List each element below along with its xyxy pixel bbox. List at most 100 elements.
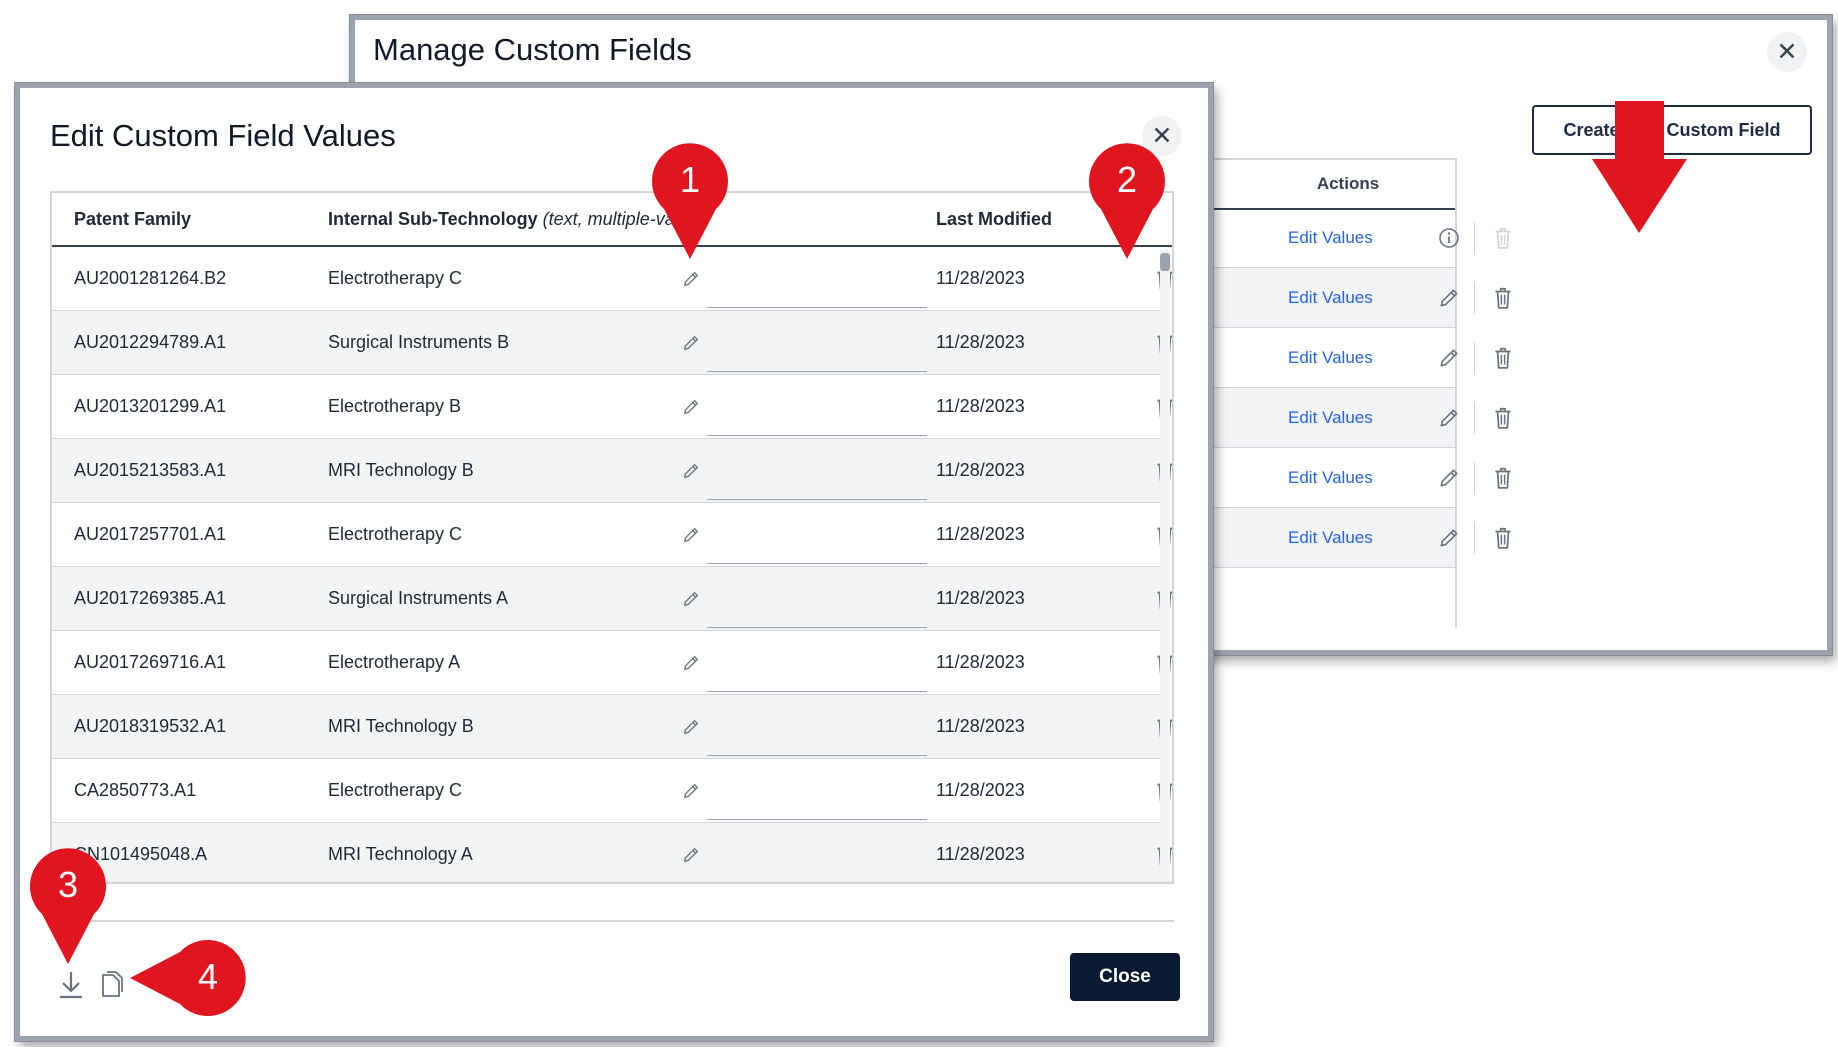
- callout-marker-2: 2: [1089, 143, 1165, 259]
- value-row: AU2015213583.A1 MRI Technology B 11/28/202…: [52, 439, 1172, 503]
- last-modified-cell: 11/28/2023: [936, 588, 1025, 608]
- last-modified-cell: 11/28/2023: [936, 460, 1025, 480]
- actions-column-header: Actions: [1316, 174, 1380, 193]
- value-row: AU2017269716.A1 Electrotherapy A 11/28/202…: [52, 631, 1172, 695]
- pencil-icon[interactable]: [682, 503, 700, 566]
- sub-technology-cell: MRI Technology A: [328, 844, 473, 864]
- sub-technology-header-label: Internal Sub-Technology: [328, 208, 538, 229]
- pencil-icon[interactable]: [682, 759, 700, 822]
- patent-family-cell: AU2017269385.A1: [74, 588, 227, 608]
- custom-field-values-table: Patent Family Internal Sub-Technology (t…: [50, 191, 1174, 884]
- value-row: AU2018319532.A1 MRI Technology B 11/28/202…: [52, 695, 1172, 759]
- cell-underline: [707, 627, 927, 628]
- patent-family-cell: CA2850773.A1: [74, 780, 197, 800]
- manage-dialog-title: Manage Custom Fields: [373, 32, 692, 67]
- trash-icon[interactable]: [1492, 508, 1514, 567]
- callout-marker-3: 3: [30, 848, 107, 964]
- pencil-icon[interactable]: [1438, 448, 1460, 507]
- sub-technology-cell: Electrotherapy C: [328, 780, 463, 800]
- cell-underline: [707, 755, 927, 756]
- cell-underline: [707, 435, 927, 436]
- cell-underline: [707, 883, 927, 884]
- info-icon[interactable]: [1438, 208, 1460, 267]
- sub-technology-cell: MRI Technology B: [328, 716, 474, 736]
- cell-underline: [707, 307, 927, 308]
- pencil-icon[interactable]: [682, 439, 700, 502]
- trash-icon[interactable]: [1492, 448, 1514, 507]
- last-modified-cell: 11/28/2023: [936, 652, 1025, 672]
- last-modified-cell: 11/28/2023: [936, 396, 1025, 416]
- last-modified-cell: 11/28/2023: [936, 780, 1025, 800]
- down-arrow-annotation: [1592, 101, 1687, 233]
- callout-marker-4: 4: [130, 940, 246, 1016]
- sub-technology-cell: Electrotherapy C: [328, 524, 463, 544]
- patent-family-cell: AU2013201299.A1: [74, 396, 227, 416]
- callout-1-number: 1: [679, 159, 701, 200]
- callout-2-number: 2: [1116, 159, 1138, 200]
- last-modified-cell: 11/28/2023: [936, 268, 1025, 288]
- patent-family-cell: AU2015213583.A1: [74, 460, 227, 480]
- sub-technology-cell: Electrotherapy A: [328, 652, 461, 672]
- edit-values-link[interactable]: Edit Values: [1288, 388, 1373, 447]
- pencil-icon[interactable]: [1438, 388, 1460, 447]
- sub-technology-cell: Surgical Instruments B: [328, 332, 510, 352]
- pencil-icon[interactable]: [682, 695, 700, 758]
- value-row: AU2017257701.A1 Electrotherapy C 11/28/202…: [52, 503, 1172, 567]
- value-row: AU2013201299.A1 Electrotherapy B 11/28/202…: [52, 375, 1172, 439]
- value-row: AU2017269385.A1 Surgical Instruments A 11/…: [52, 567, 1172, 631]
- cell-underline: [707, 691, 927, 692]
- pencil-icon[interactable]: [682, 311, 700, 374]
- sub-technology-cell: MRI Technology B: [328, 460, 474, 480]
- last-modified-cell: 11/28/2023: [936, 844, 1025, 864]
- table-scrollbar-track[interactable]: [1160, 249, 1170, 882]
- manage-dialog-close-icon[interactable]: ✕: [1767, 32, 1807, 72]
- edit-values-link[interactable]: Edit Values: [1288, 508, 1373, 567]
- trash-icon[interactable]: [1492, 388, 1514, 447]
- trash-icon[interactable]: [1492, 328, 1514, 387]
- action-separator: [1474, 508, 1475, 567]
- pencil-icon[interactable]: [682, 375, 700, 438]
- trash-icon[interactable]: [1492, 208, 1514, 267]
- pencil-icon[interactable]: [682, 823, 700, 882]
- pencil-icon[interactable]: [682, 631, 700, 694]
- pencil-icon[interactable]: [682, 567, 700, 630]
- callout-4-number: 4: [197, 956, 219, 997]
- edit-values-link[interactable]: Edit Values: [1288, 448, 1373, 507]
- edit-values-link[interactable]: Edit Values: [1288, 208, 1373, 267]
- action-separator: [1474, 388, 1475, 447]
- sub-technology-cell: Surgical Instruments A: [328, 588, 509, 608]
- last-modified-cell: 11/28/2023: [936, 716, 1025, 736]
- sub-technology-cell: Electrotherapy B: [328, 396, 462, 416]
- close-button[interactable]: Close: [1070, 953, 1180, 1001]
- cell-underline: [707, 819, 927, 820]
- pencil-icon[interactable]: [1438, 268, 1460, 327]
- edit-custom-field-values-dialog: Edit Custom Field Values ✕ Patent Family…: [15, 83, 1213, 1041]
- patent-family-column-header: Patent Family: [74, 208, 192, 229]
- patent-family-cell: AU2012294789.A1: [74, 332, 227, 352]
- callout-marker-1: 1: [652, 143, 728, 259]
- copy-icon[interactable]: [100, 970, 124, 998]
- last-modified-cell: 11/28/2023: [936, 332, 1025, 352]
- trash-icon[interactable]: [1492, 268, 1514, 327]
- sub-technology-cell: Electrotherapy C: [328, 268, 463, 288]
- value-row: CN101495048.A MRI Technology A 11/28/2023: [52, 823, 1172, 884]
- pencil-icon[interactable]: [1438, 328, 1460, 387]
- action-separator: [1474, 448, 1475, 507]
- action-separator: [1474, 268, 1475, 327]
- patent-family-cell: AU2017269716.A1: [74, 652, 227, 672]
- value-row: AU2012294789.A1 Surgical Instruments B 11/…: [52, 311, 1172, 375]
- action-separator: [1474, 328, 1475, 387]
- last-modified-cell: 11/28/2023: [936, 524, 1025, 544]
- callout-3-number: 3: [57, 864, 79, 905]
- patent-family-cell: AU2001281264.B2: [74, 268, 227, 288]
- pencil-icon[interactable]: [1438, 508, 1460, 567]
- sub-technology-column-header: Internal Sub-Technology (text, multiple-…: [328, 193, 702, 245]
- download-icon[interactable]: [58, 970, 84, 1000]
- patent-family-cell: AU2018319532.A1: [74, 716, 227, 736]
- values-table-header: Patent Family Internal Sub-Technology (t…: [52, 193, 1172, 247]
- value-row: AU2001281264.B2 Electrotherapy C 11/28/202…: [52, 247, 1172, 311]
- edit-values-link[interactable]: Edit Values: [1288, 268, 1373, 327]
- edit-values-link[interactable]: Edit Values: [1288, 328, 1373, 387]
- footer-divider: [50, 920, 1174, 922]
- action-separator: [1474, 208, 1475, 267]
